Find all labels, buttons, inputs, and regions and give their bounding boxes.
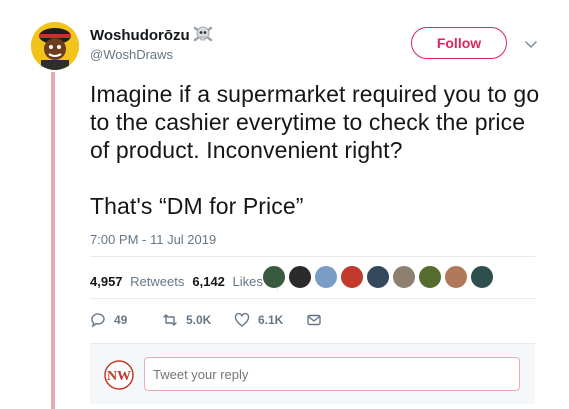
- retweets-count: 4,957: [90, 273, 123, 289]
- tweet-actions: 49 5.0K 6.1K: [90, 312, 330, 328]
- tweet-paragraph-2: That's “DM for Price”: [90, 193, 304, 219]
- retweets-stat[interactable]: 4,957 Retweets: [90, 274, 184, 289]
- follow-button[interactable]: Follow: [411, 27, 507, 59]
- display-name[interactable]: Woshudorōzu: [90, 27, 190, 44]
- liker-avatar[interactable]: [392, 265, 416, 289]
- tweet-text: Imagine if a supermarket required you to…: [90, 80, 550, 220]
- liker-avatar[interactable]: [288, 265, 312, 289]
- reply-avatar-text: NW: [107, 369, 131, 384]
- reply-input[interactable]: [144, 357, 520, 391]
- liker-avatar[interactable]: [262, 265, 286, 289]
- tweet-paragraph-1: Imagine if a supermarket required you to…: [90, 81, 540, 163]
- retweets-label: Retweets: [130, 273, 185, 289]
- liker-avatar[interactable]: [418, 265, 442, 289]
- skull-crossbones-icon: [192, 23, 214, 45]
- retweet-icon: [163, 314, 177, 326]
- retweet-count: 5.0K: [186, 313, 212, 327]
- reply-icon: [91, 313, 105, 328]
- likes-label: Likes: [232, 273, 263, 289]
- reply-button[interactable]: 49: [90, 312, 162, 328]
- divider: [90, 256, 535, 257]
- like-count: 6.1K: [258, 313, 284, 327]
- chevron-down-icon[interactable]: [524, 37, 538, 51]
- liker-avatar[interactable]: [314, 265, 338, 289]
- user-handle[interactable]: @WoshDraws: [90, 47, 173, 62]
- user-avatar[interactable]: [31, 22, 79, 70]
- direct-message-button[interactable]: [306, 312, 330, 328]
- divider: [90, 298, 535, 299]
- liker-avatar[interactable]: [340, 265, 364, 289]
- envelope-icon: [307, 314, 321, 326]
- retweet-button[interactable]: 5.0K: [162, 312, 234, 328]
- like-button[interactable]: 6.1K: [234, 312, 306, 328]
- likes-count: 6,142: [192, 273, 225, 289]
- liker-avatar[interactable]: [470, 265, 494, 289]
- heart-icon: [234, 312, 250, 327]
- tweet-timestamp[interactable]: 7:00 PM - 11 Jul 2019: [90, 232, 216, 247]
- reply-avatar: NW: [104, 360, 134, 390]
- reply-count: 49: [114, 313, 128, 327]
- thread-line: [51, 72, 55, 409]
- liker-avatar[interactable]: [366, 265, 390, 289]
- liker-avatar[interactable]: [444, 265, 468, 289]
- likes-stat[interactable]: 6,142 Likes: [192, 274, 263, 289]
- reply-composer: NW: [90, 343, 535, 404]
